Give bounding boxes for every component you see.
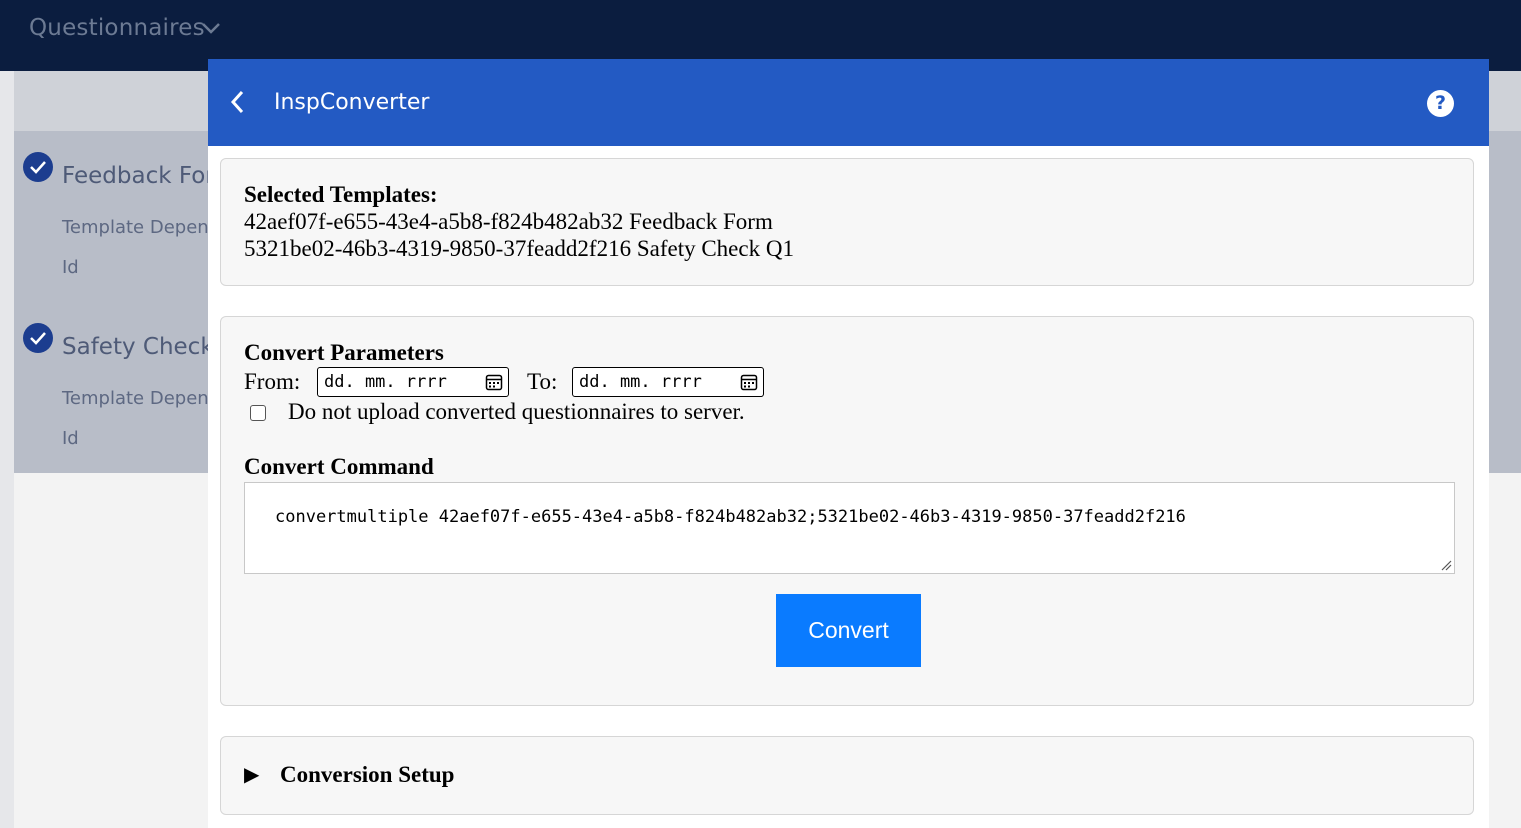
convert-command-textarea[interactable]: convertmultiple 42aef07f-e655-43e4-a5b8-… [244, 482, 1455, 574]
back-arrow-icon[interactable] [226, 87, 252, 117]
no-upload-checkbox[interactable] [250, 405, 266, 421]
disclosure-triangle-icon[interactable]: ▶ [244, 762, 259, 787]
selected-templates-heading: Selected Templates: [244, 182, 438, 207]
from-label: From: [244, 369, 301, 394]
selected-templates-panel: Selected Templates: 42aef07f-e655-43e4-a… [220, 158, 1474, 286]
dialog-header: InspConverter ? [208, 59, 1489, 146]
to-date-value: dd. mm. rrrr [579, 372, 702, 392]
convert-command-value: convertmultiple 42aef07f-e655-43e4-a5b8-… [275, 507, 1186, 527]
to-label: To: [527, 369, 558, 394]
checkmark-icon [23, 323, 53, 353]
list-item[interactable]: Safety Check Q1 Template Dependencies Id [0, 322, 278, 472]
converter-dialog: InspConverter ? Selected Templates: 42ae… [208, 59, 1489, 828]
conversion-setup-panel[interactable]: ▶ Conversion Setup [220, 736, 1474, 815]
from-date-input[interactable]: dd. mm. rrrr [317, 367, 509, 397]
chevron-down-icon[interactable] [200, 17, 222, 39]
list-item[interactable]: Feedback Form Template Dependencies Id [0, 151, 278, 301]
conversion-setup-heading[interactable]: Conversion Setup [280, 762, 454, 788]
help-icon[interactable]: ? [1427, 90, 1454, 117]
to-date-input[interactable]: dd. mm. rrrr [572, 367, 764, 397]
checkmark-icon [23, 152, 53, 182]
nav-title[interactable]: Questionnaires [29, 15, 205, 41]
calendar-icon[interactable] [485, 373, 503, 391]
convert-parameters-heading: Convert Parameters [244, 340, 444, 365]
dialog-title: InspConverter [274, 90, 430, 115]
from-date-value: dd. mm. rrrr [324, 372, 447, 392]
convert-command-heading: Convert Command [244, 454, 434, 479]
no-upload-label[interactable]: Do not upload converted questionnaires t… [288, 399, 745, 425]
convert-parameters-panel: Convert Parameters From: dd. mm. rrrr To… [220, 316, 1474, 706]
calendar-icon[interactable] [740, 373, 758, 391]
resize-handle-icon[interactable] [1440, 559, 1452, 571]
list-item-id: Id [62, 428, 79, 449]
convert-button[interactable]: Convert [776, 594, 921, 667]
template-entry: 42aef07f-e655-43e4-a5b8-f824b482ab32 Fee… [244, 209, 773, 234]
template-entry: 5321be02-46b3-4319-9850-37feadd2f216 Saf… [244, 236, 794, 261]
list-item-id: Id [62, 257, 79, 278]
